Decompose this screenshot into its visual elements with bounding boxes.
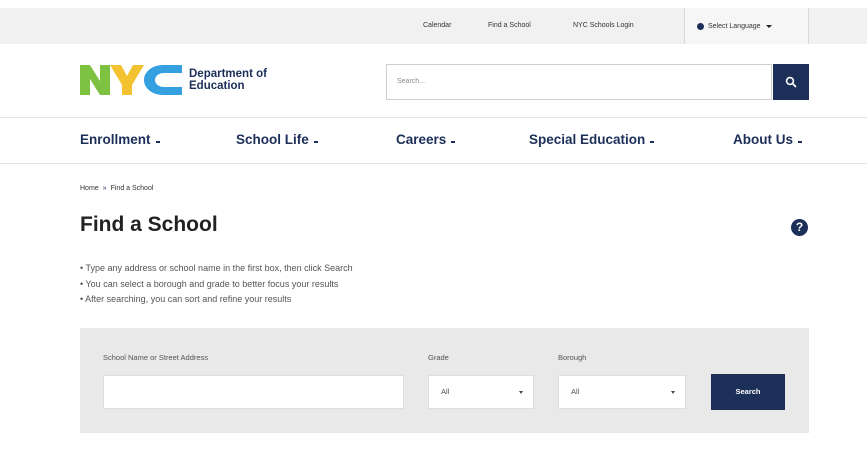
nav-label: Enrollment [80,132,151,147]
borough-value: All [571,387,580,396]
globe-icon [697,22,704,30]
help-icon[interactable]: ? [791,219,808,236]
nav-enrollment[interactable]: Enrollment [80,132,160,147]
caret-icon [155,141,160,143]
search-button[interactable]: Search [711,374,785,410]
nav-school-life[interactable]: School Life [236,132,318,147]
nav-label: About Us [733,132,793,147]
search-icon [785,76,797,88]
caret-icon [650,141,655,143]
utility-bar: Calendar Find a School NYC Schools Login… [0,8,867,44]
instruction-item: After searching, you can sort and refine… [80,292,353,308]
breadcrumb-home[interactable]: Home [80,185,99,192]
breadcrumb-separator: » [102,185,107,192]
calendar-link[interactable]: Calendar [423,8,451,44]
divider [0,163,867,164]
nyc-doe-logo[interactable]: Department of Education [80,61,267,99]
grade-select[interactable]: All [428,375,534,409]
instructions-list: Type any address or school name in the f… [80,261,353,308]
language-label: Select Language [708,22,761,30]
caret-icon [451,141,456,143]
breadcrumb-current: Find a School [110,185,154,192]
grade-value: All [441,387,450,396]
site-search-button[interactable] [773,64,809,100]
caret-icon [798,141,802,143]
nyc-schools-login-link[interactable]: NYC Schools Login [573,8,634,44]
borough-label: Borough [558,353,587,362]
department-name: Department of Education [189,68,267,92]
page: Calendar Find a School NYC Schools Login… [0,0,867,465]
chevron-down-icon [765,24,772,28]
nav-special-education[interactable]: Special Education [529,132,655,147]
language-selector[interactable]: Select Language [684,8,809,44]
instruction-item: Type any address or school name in the f… [80,261,353,277]
nav-about-us[interactable]: About Us [733,132,802,147]
nav-label: Careers [396,132,447,147]
divider [0,117,867,118]
school-name-label: School Name or Street Address [103,353,209,362]
school-name-input[interactable] [103,375,404,409]
grade-label: Grade [428,353,449,362]
site-search-input[interactable]: Search... [386,64,772,100]
nav-label: Special Education [529,132,646,147]
department-line-2: Education [189,80,245,92]
nav-careers[interactable]: Careers [396,132,456,147]
borough-select[interactable]: All [558,375,686,409]
instruction-item: You can select a borough and grade to be… [80,277,353,293]
chevron-down-icon [519,391,523,394]
nav-label: School Life [236,132,309,147]
nyc-logo-icon [80,65,182,95]
caret-icon [313,141,318,143]
page-title: Find a School [80,213,218,236]
find-school-link[interactable]: Find a School [488,8,531,44]
breadcrumb: Home» Find a School [80,185,153,192]
chevron-down-icon [671,391,675,394]
department-line-1: Department of [189,68,267,80]
